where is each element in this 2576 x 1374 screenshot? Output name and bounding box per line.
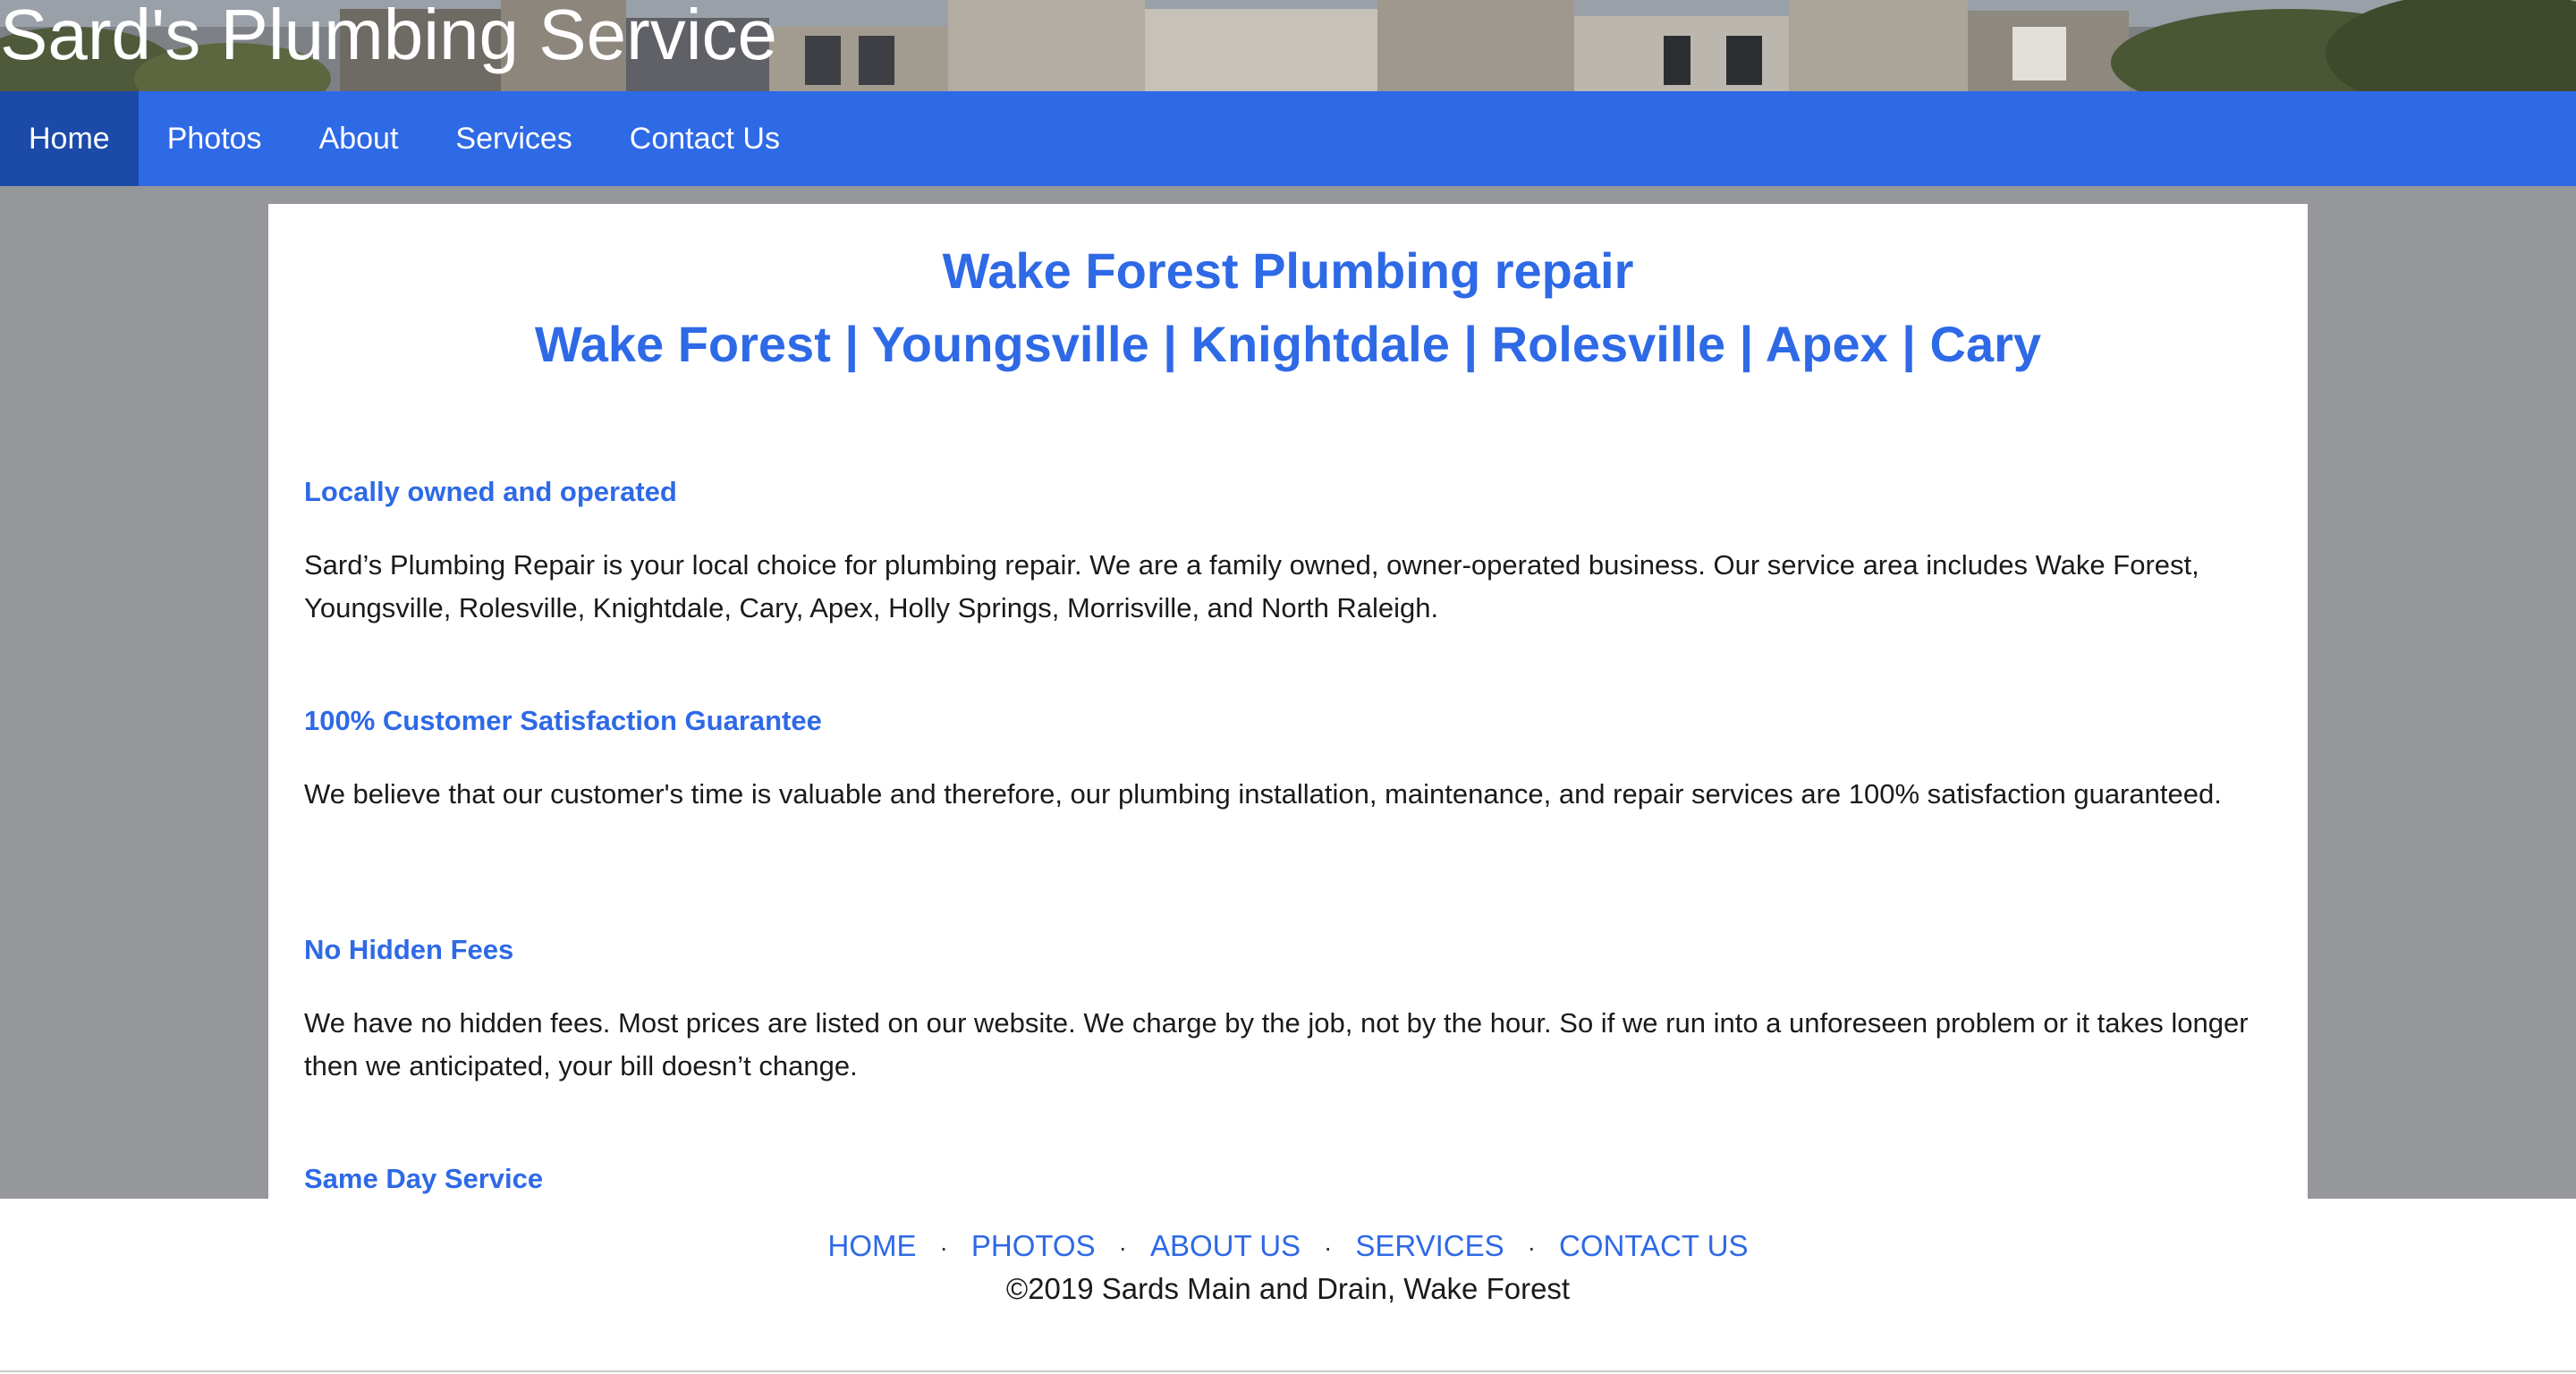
section-text: We have no hidden fees. Most prices are … [304,1007,2249,1081]
nav-item-contact-us[interactable]: Contact Us [601,91,809,186]
nav-item-photos[interactable]: Photos [139,91,291,186]
footer-link-contact-us[interactable]: CONTACT US [1559,1229,1748,1262]
section-text: Sard’s Plumbing Repair is your local cho… [304,549,2199,623]
main-nav: Home Photos About Services Contact Us [0,91,2576,186]
footer-divider [0,1370,2576,1372]
footer-separator: · [939,1234,948,1261]
footer-separator: · [1527,1234,1536,1261]
footer-link-services[interactable]: SERVICES [1355,1229,1504,1262]
footer-link-home[interactable]: HOME [828,1229,917,1262]
footer-separator: · [1324,1234,1333,1261]
service-areas-heading: Wake Forest | Youngsville | Knightdale |… [534,316,2042,372]
nav-item-services[interactable]: Services [427,91,600,186]
section-title: No Hidden Fees [304,934,514,965]
section-satisfaction-guarantee: 100% Customer Satisfaction Guarantee We … [304,703,2272,816]
section-same-day-service: Same Day Service [304,1161,2272,1197]
section-title: Same Day Service [304,1163,544,1194]
footer: HOME · PHOTOS · ABOUT US · SERVICES · CONTACT US… [0,1199,2576,1374]
copyright-text: ©2019 Sards Main and Drain, Wake Forest [1005,1272,1571,1305]
main-content-card: Wake Forest Plumbing repair Wake Forest … [268,204,2308,1199]
page-heading: Wake Forest Plumbing repair [942,242,1634,299]
section-no-hidden-fees: No Hidden Fees We have no hidden fees. M… [304,932,2272,1088]
nav-item-home[interactable]: Home [0,91,139,186]
section-locally-owned: Locally owned and operated Sard’s Plumbi… [304,474,2272,630]
footer-link-photos[interactable]: PHOTOS [971,1229,1096,1262]
section-title: 100% Customer Satisfaction Guarantee [304,705,822,736]
nav-item-about[interactable]: About [291,91,428,186]
section-text: We believe that our customer's time is v… [304,778,2222,810]
section-title: Locally owned and operated [304,476,677,507]
header-banner: Sard's Plumbing Service [0,0,2576,91]
footer-link-about-us[interactable]: ABOUT US [1150,1229,1301,1262]
footer-separator: · [1118,1234,1127,1261]
site-title[interactable]: Sard's Plumbing Service [0,0,777,75]
footer-links: HOME · PHOTOS · ABOUT US · SERVICES · CONTACT US [0,1229,2576,1263]
